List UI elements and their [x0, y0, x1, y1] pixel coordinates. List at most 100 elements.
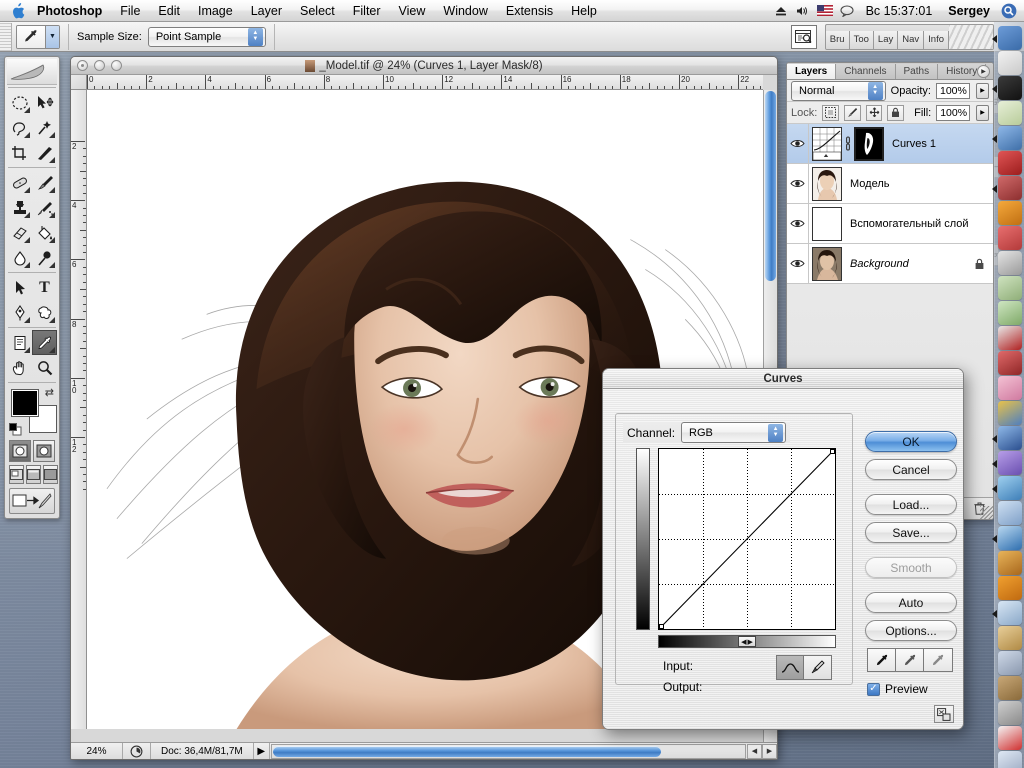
menu-select[interactable]: Select [291, 0, 344, 22]
tool-magic-wand[interactable] [32, 115, 57, 140]
tool-slice[interactable] [32, 140, 57, 165]
tool-eraser[interactable] [7, 220, 32, 245]
safari-icon[interactable] [991, 426, 1022, 450]
layer-row-model[interactable]: Модель [787, 164, 993, 204]
menu-file[interactable]: File [111, 0, 149, 22]
standard-mask-mode-button[interactable] [9, 440, 31, 462]
stuffit-icon[interactable] [997, 251, 1022, 275]
menu-app-name[interactable]: Photoshop [28, 0, 111, 22]
layer-name[interactable]: Вспомогательный слой [842, 218, 993, 230]
menu-image[interactable]: Image [189, 0, 242, 22]
layer-name[interactable]: Модель [842, 178, 993, 190]
zoom-button[interactable] [111, 60, 122, 71]
vertical-scroll-thumb[interactable] [765, 91, 776, 281]
palette-menu-icon[interactable]: ▶ [977, 65, 990, 78]
calendar-icon[interactable] [997, 726, 1022, 750]
tool-type[interactable]: T [32, 275, 57, 300]
ical-sphere-icon[interactable] [991, 451, 1022, 475]
tool-brush[interactable] [32, 170, 57, 195]
tool-history-brush[interactable] [32, 195, 57, 220]
layer-name[interactable]: Background [842, 258, 974, 270]
vlc-cone-icon[interactable] [997, 576, 1022, 600]
status-menu-chevron-right-icon[interactable]: ▶ [254, 743, 270, 759]
document-titlebar[interactable]: _Model.tif @ 24% (Curves 1, Layer Mask/8… [71, 57, 777, 75]
swap-colors-icon[interactable]: ⇄ [45, 386, 54, 399]
tool-marquee[interactable] [7, 90, 32, 115]
set-white-point-icon[interactable] [924, 649, 952, 671]
flag-icon[interactable] [815, 2, 835, 20]
acrobat-icon[interactable] [997, 326, 1022, 350]
volume-icon[interactable] [793, 2, 813, 20]
layer-row-helper[interactable]: Вспомогательный слой [787, 204, 993, 244]
preview-checkbox[interactable]: ✓ [867, 682, 880, 696]
layer-visibility-toggle[interactable] [787, 244, 809, 283]
fill-slider-arrow-icon[interactable]: ▶ [976, 104, 989, 121]
layer-row-background[interactable]: Background [787, 244, 993, 284]
menu-window[interactable]: Window [434, 0, 496, 22]
curve-grid[interactable] [658, 448, 836, 630]
jump-to-imageready-icon[interactable] [9, 488, 55, 514]
full-screen-menubar-mode-button[interactable] [26, 465, 41, 484]
save-button[interactable]: Save... [865, 522, 957, 543]
firewall-icon[interactable] [997, 201, 1022, 225]
tool-eyedropper[interactable] [32, 330, 57, 355]
scroll-left-button[interactable]: ◀ [747, 743, 762, 759]
load-button[interactable]: Load... [865, 494, 957, 515]
appleworks-icon[interactable] [997, 51, 1022, 75]
menubar-clock[interactable]: Вс 15:37:01 [859, 0, 940, 22]
full-screen-mode-button[interactable] [43, 465, 58, 484]
layer-row-curves-1[interactable]: Curves 1 [787, 124, 993, 164]
flash-icon[interactable] [997, 151, 1022, 175]
tool-dodge[interactable] [32, 245, 57, 270]
menu-extensis[interactable]: Extensis [497, 0, 562, 22]
menu-view[interactable]: View [390, 0, 435, 22]
layer-thumbnail-blank[interactable] [812, 206, 842, 241]
menubar-user[interactable]: Sergey [941, 0, 997, 22]
menu-help[interactable]: Help [562, 0, 606, 22]
tab-paths[interactable]: Paths [895, 64, 939, 79]
photoshop-ribbon-icon[interactable] [997, 376, 1022, 400]
palette-well-tab-brushes[interactable]: Bru [825, 30, 850, 49]
chat-bubble-icon[interactable] [837, 2, 857, 20]
layer-visibility-toggle[interactable] [787, 124, 809, 163]
blend-mode-select[interactable]: Normal ▲ ▼ [791, 80, 886, 101]
palette-resize-grip[interactable] [980, 506, 993, 519]
zoom-level-field[interactable]: 24% [71, 743, 123, 759]
tool-paint-bucket[interactable] [32, 220, 57, 245]
opacity-value[interactable]: 100% [936, 82, 970, 99]
grid-toggle-icon[interactable] [934, 705, 954, 723]
layer-thumbnail-adjustment[interactable] [812, 126, 842, 161]
foreground-color-swatch[interactable] [11, 389, 39, 417]
imovie-icon[interactable] [997, 551, 1022, 575]
tool-healing-brush[interactable] [7, 170, 32, 195]
quicktime-icon[interactable] [991, 526, 1022, 550]
curve-point-black[interactable] [659, 624, 664, 629]
tab-channels[interactable]: Channels [836, 64, 896, 79]
ruler-corner[interactable] [71, 75, 87, 90]
set-gray-point-icon[interactable] [896, 649, 924, 671]
pinwheel-icon[interactable] [997, 226, 1022, 250]
standard-screen-mode-button[interactable] [9, 465, 24, 484]
folder-tools-icon[interactable] [997, 676, 1022, 700]
address-book-icon[interactable] [997, 626, 1022, 650]
options-button[interactable]: Options... [865, 620, 957, 641]
eject-icon[interactable] [771, 2, 791, 20]
tab-layers[interactable]: Layers [787, 64, 837, 79]
layer-name[interactable]: Curves 1 [884, 138, 993, 150]
cancel-button[interactable]: Cancel [865, 459, 957, 480]
scroll-right-button[interactable]: ▶ [762, 743, 777, 759]
quill-icon[interactable] [997, 101, 1022, 125]
default-colors-icon[interactable] [9, 423, 22, 436]
preview-icon[interactable] [997, 501, 1022, 525]
chevron-down-icon[interactable]: ▼ [45, 25, 59, 48]
menu-filter[interactable]: Filter [344, 0, 390, 22]
minimize-button[interactable] [94, 60, 105, 71]
menu-layer[interactable]: Layer [242, 0, 291, 22]
file-browser-icon[interactable] [790, 24, 817, 49]
lock-position-icon[interactable] [865, 104, 883, 121]
tool-blur[interactable] [7, 245, 32, 270]
set-black-point-icon[interactable] [868, 649, 896, 671]
sparkle-icon[interactable] [997, 276, 1022, 300]
lock-transparency-icon[interactable] [822, 104, 839, 121]
layer-thumbnail-image[interactable] [812, 246, 842, 281]
